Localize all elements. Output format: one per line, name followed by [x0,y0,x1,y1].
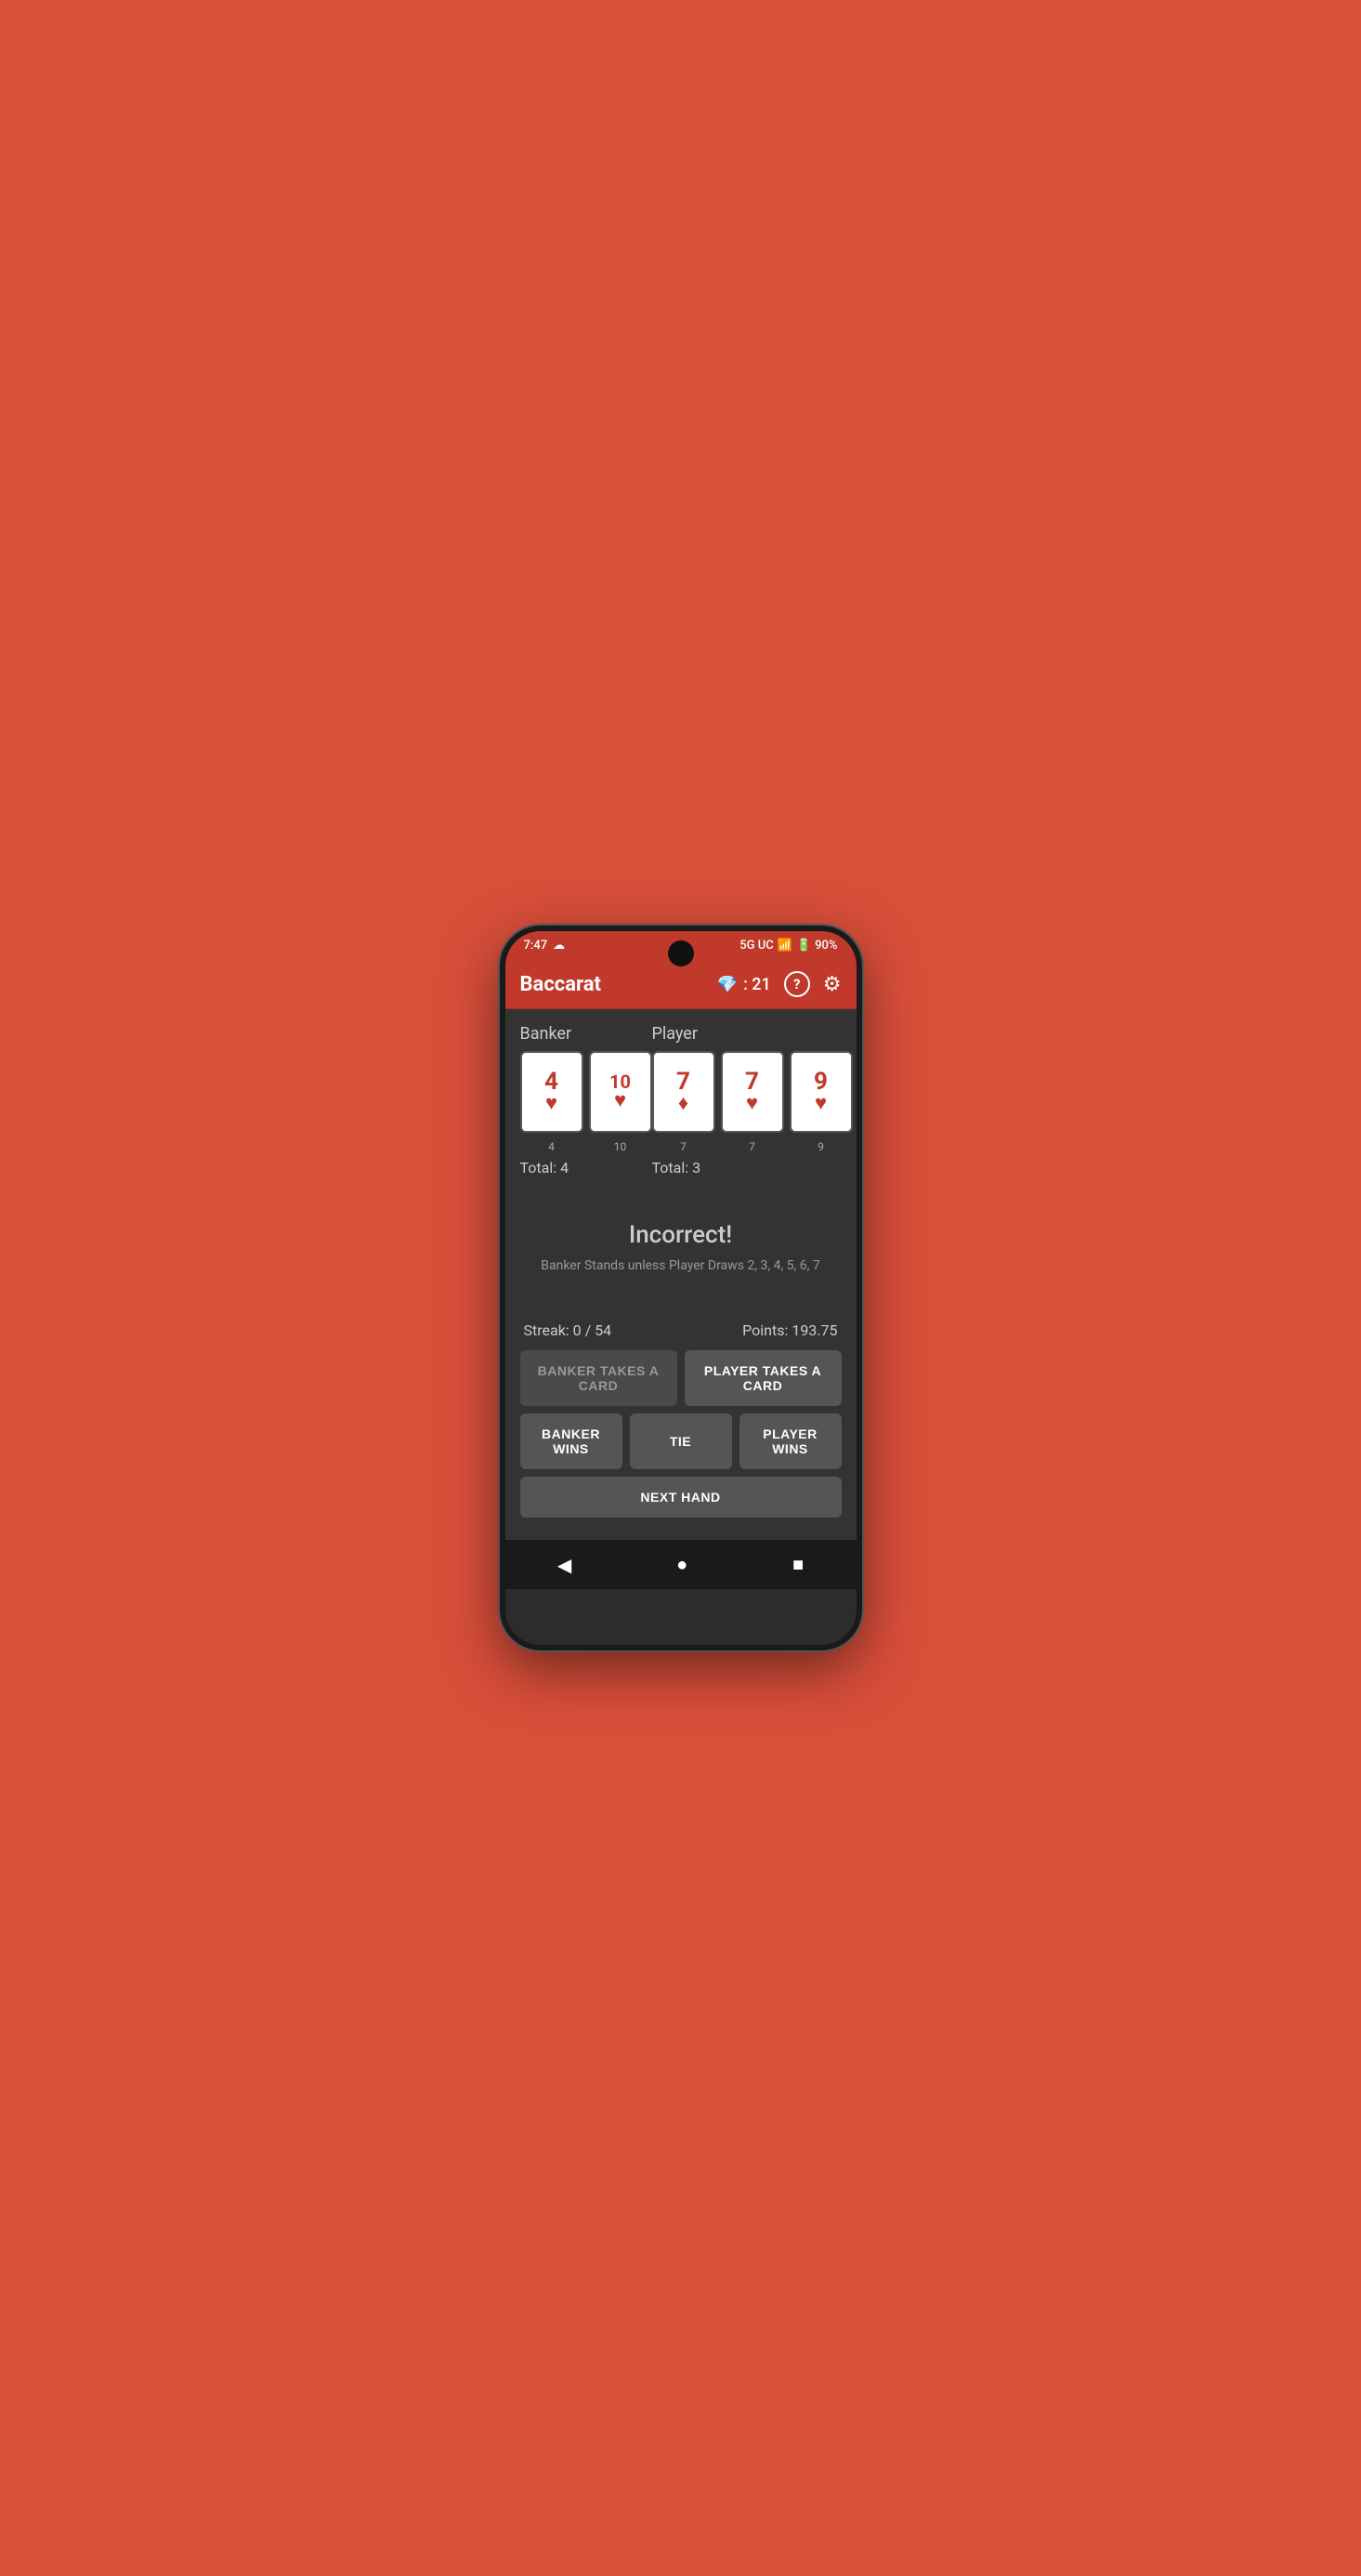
player-card-1-label: 7 [652,1140,715,1153]
main-content: Banker 4 ♥ 10 ♥ 4 10 Total: 4 [505,1009,857,1540]
gem-icon: 💎 [717,975,738,994]
banker-wins-button[interactable]: BANKER WINS [520,1413,622,1469]
signal-icon: 📶 [778,939,792,953]
player-section: Player 7 ♦ 7 ♥ 9 ♥ 7 [652,1024,853,1176]
hands-row: Banker 4 ♥ 10 ♥ 4 10 Total: 4 [520,1024,842,1176]
streak-display: Streak: 0 / 54 [524,1321,612,1339]
player-total: Total: 3 [652,1159,853,1176]
tie-button[interactable]: TIE [630,1413,732,1469]
player-card-2: 7 ♥ [721,1051,784,1133]
player-card-3-suit: ♥ [815,1094,827,1114]
banker-card-1-label: 4 [520,1140,583,1153]
player-cards: 7 ♦ 7 ♥ 9 ♥ [652,1051,853,1133]
player-card-3: 9 ♥ [790,1051,853,1133]
banker-card-2: 10 ♥ [589,1051,652,1133]
banker-card-1: 4 ♥ [520,1051,583,1133]
banker-section: Banker 4 ♥ 10 ♥ 4 10 Total: 4 [520,1024,652,1176]
player-wins-button[interactable]: PLAYER WINS [739,1413,842,1469]
battery-icon: 🔋 [796,939,811,953]
gem-score-display: 💎 : 21 [717,975,771,994]
banker-card-2-value: 10 [609,1072,631,1091]
network-indicator: 5G UC [739,939,773,953]
app-bar-right: 💎 : 21 ? ⚙ [717,971,842,997]
player-takes-card-button[interactable]: PLAYER TAKES A CARD [685,1350,842,1406]
camera-notch [668,940,694,966]
banker-takes-card-button[interactable]: BANKER TAKES A CARD [520,1350,677,1406]
recent-button[interactable]: ■ [792,1553,804,1576]
back-button[interactable]: ◀ [557,1554,571,1576]
next-hand-row: NEXT HAND [520,1477,842,1518]
time-display: 7:47 [524,939,548,953]
banker-card-2-suit: ♥ [614,1091,626,1111]
points-display: Points: 193.75 [742,1321,837,1339]
player-card-3-label: 9 [790,1140,853,1153]
gem-score-value: : 21 [743,975,771,994]
banker-total: Total: 4 [520,1159,652,1176]
result-area: Incorrect! Banker Stands unless Player D… [520,1184,842,1310]
result-title: Incorrect! [629,1221,732,1249]
player-card-1: 7 ♦ [652,1051,715,1133]
phone-frame: 7:47 ☁ 5G UC 📶 🔋 90% Baccarat 💎 : 21 ? ⚙… [500,926,862,1650]
result-subtitle: Banker Stands unless Player Draws 2, 3, … [541,1258,819,1273]
player-card-2-label: 7 [721,1140,784,1153]
settings-button[interactable]: ⚙ [823,973,842,996]
take-card-row: BANKER TAKES A CARD PLAYER TAKES A CARD [520,1350,842,1406]
banker-card-1-value: 4 [544,1070,558,1094]
banker-card-1-suit: ♥ [545,1094,557,1114]
help-button[interactable]: ? [784,971,810,997]
status-right: 5G UC 📶 🔋 90% [739,939,837,953]
battery-percent: 90% [815,939,837,953]
player-card-1-value: 7 [676,1070,690,1094]
player-card-3-value: 9 [814,1070,828,1094]
banker-label: Banker [520,1024,652,1044]
banker-card-2-label: 10 [589,1140,652,1153]
stats-row: Streak: 0 / 54 Points: 193.75 [520,1310,842,1350]
banker-cards: 4 ♥ 10 ♥ [520,1051,652,1133]
app-bar: Baccarat 💎 : 21 ? ⚙ [505,960,857,1009]
app-title: Baccarat [520,973,601,996]
buttons-area: BANKER TAKES A CARD PLAYER TAKES A CARD … [520,1350,842,1525]
cloud-icon: ☁ [553,939,565,953]
status-left: 7:47 ☁ [524,939,566,953]
player-card-1-suit: ♦ [678,1094,688,1114]
player-card-2-suit: ♥ [746,1094,758,1114]
player-card-2-value: 7 [745,1070,759,1094]
home-button[interactable]: ● [676,1553,687,1576]
next-hand-button[interactable]: NEXT HAND [520,1477,842,1518]
outcome-row: BANKER WINS TIE PLAYER WINS [520,1413,842,1469]
bottom-nav: ◀ ● ■ [505,1540,857,1589]
player-label: Player [652,1024,853,1044]
